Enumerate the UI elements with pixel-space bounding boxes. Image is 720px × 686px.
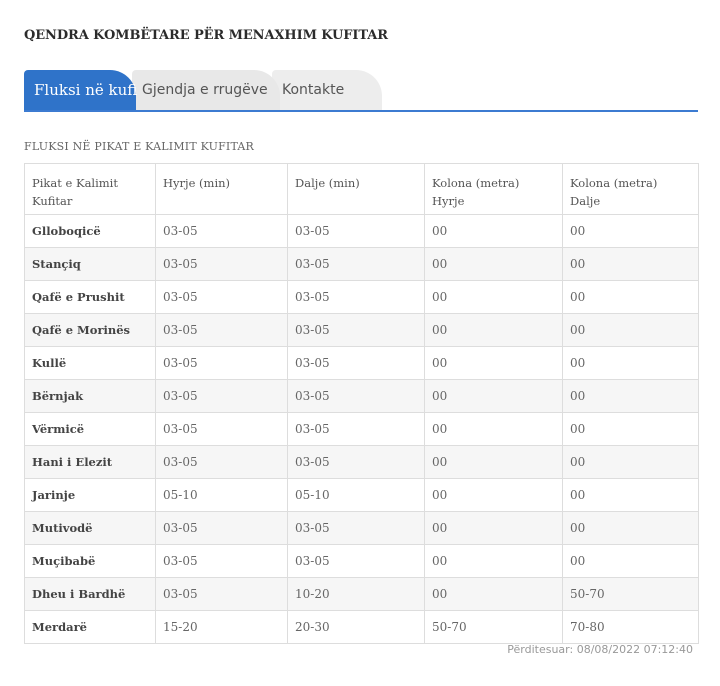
cell-entry-minutes: 03-05 xyxy=(155,577,288,611)
cell-entry-minutes: 03-05 xyxy=(155,511,288,545)
cell-exit-minutes: 03-05 xyxy=(287,247,425,281)
cell-exit-minutes: 03-05 xyxy=(287,412,425,446)
table-body: Glloboqicë 03-05 03-05 00 00 Stançiq 03-05 03-0… xyxy=(24,214,699,644)
cell-queue-exit: 00 xyxy=(562,346,699,380)
cell-queue-exit: 70-80 xyxy=(562,610,699,644)
cell-exit-minutes: 20-30 xyxy=(287,610,425,644)
cell-crossing-point: Bërnjak xyxy=(24,379,156,413)
cell-entry-minutes: 05-10 xyxy=(155,478,288,512)
cell-exit-minutes: 10-20 xyxy=(287,577,425,611)
cell-entry-minutes: 03-05 xyxy=(155,247,288,281)
header-crossing-point: Pikat e Kalimit Kufitar xyxy=(24,163,156,215)
table-row: Merdarë 15-20 20-30 50-70 70-80 xyxy=(24,610,699,644)
cell-exit-minutes: 03-05 xyxy=(287,346,425,380)
page: QENDRA KOMBËTARE PËR MENAXHIM KUFITAR Fl… xyxy=(0,0,720,686)
header-entry-minutes: Hyrje (min) xyxy=(155,163,288,215)
cell-crossing-point: Qafë e Morinës xyxy=(24,313,156,347)
cell-queue-exit: 50-70 xyxy=(562,577,699,611)
cell-queue-entry: 00 xyxy=(424,445,563,479)
table-row: Qafë e Morinës 03-05 03-05 00 00 xyxy=(24,313,699,347)
cell-entry-minutes: 03-05 xyxy=(155,280,288,314)
tab-bar: Fluksi në kufi Gjendja e rrugëve Kontakt… xyxy=(24,68,698,112)
site-title: QENDRA KOMBËTARE PËR MENAXHIM KUFITAR xyxy=(24,28,388,43)
tab-fluksi-ne-kufi[interactable]: Fluksi në kufi xyxy=(24,70,137,110)
cell-queue-exit: 00 xyxy=(562,247,699,281)
cell-queue-exit: 00 xyxy=(562,280,699,314)
cell-entry-minutes: 03-05 xyxy=(155,214,288,248)
cell-queue-entry: 00 xyxy=(424,280,563,314)
cell-entry-minutes: 03-05 xyxy=(155,379,288,413)
cell-exit-minutes: 03-05 xyxy=(287,214,425,248)
cell-queue-entry: 00 xyxy=(424,544,563,578)
cell-crossing-point: Dheu i Bardhë xyxy=(24,577,156,611)
tab-gjendja-e-rrugeve[interactable]: Gjendja e rrugëve xyxy=(132,70,280,110)
header-exit-minutes: Dalje (min) xyxy=(287,163,425,215)
cell-crossing-point: Jarinje xyxy=(24,478,156,512)
cell-queue-entry: 00 xyxy=(424,346,563,380)
cell-crossing-point: Vërmicë xyxy=(24,412,156,446)
cell-queue-entry: 00 xyxy=(424,247,563,281)
cell-queue-exit: 00 xyxy=(562,412,699,446)
table-row: Hani i Elezit 03-05 03-05 00 00 xyxy=(24,445,699,479)
cell-queue-exit: 00 xyxy=(562,511,699,545)
cell-exit-minutes: 03-05 xyxy=(287,313,425,347)
cell-queue-entry: 00 xyxy=(424,478,563,512)
section-title: FLUKSI NË PIKAT E KALIMIT KUFITAR xyxy=(24,140,255,153)
cell-queue-entry: 00 xyxy=(424,577,563,611)
cell-queue-entry: 00 xyxy=(424,412,563,446)
table-row: Jarinje 05-10 05-10 00 00 xyxy=(24,478,699,512)
cell-exit-minutes: 03-05 xyxy=(287,445,425,479)
cell-entry-minutes: 03-05 xyxy=(155,313,288,347)
cell-crossing-point: Glloboqicë xyxy=(24,214,156,248)
header-queue-exit: Kolona (metra) Dalje xyxy=(562,163,699,215)
last-updated: Përditesuar: 08/08/2022 07:12:40 xyxy=(507,643,693,656)
cell-queue-entry: 50-70 xyxy=(424,610,563,644)
table-row: Mutivodë 03-05 03-05 00 00 xyxy=(24,511,699,545)
cell-exit-minutes: 05-10 xyxy=(287,478,425,512)
cell-crossing-point: Qafë e Prushit xyxy=(24,280,156,314)
cell-crossing-point: Muçibabë xyxy=(24,544,156,578)
cell-crossing-point: Hani i Elezit xyxy=(24,445,156,479)
cell-entry-minutes: 03-05 xyxy=(155,544,288,578)
table-row: Qafë e Prushit 03-05 03-05 00 00 xyxy=(24,280,699,314)
table-header-row: Pikat e Kalimit Kufitar Hyrje (min) Dalje … xyxy=(24,163,699,215)
cell-queue-entry: 00 xyxy=(424,313,563,347)
header-queue-entry: Kolona (metra) Hyrje xyxy=(424,163,563,215)
cell-entry-minutes: 03-05 xyxy=(155,412,288,446)
cell-entry-minutes: 03-05 xyxy=(155,346,288,380)
cell-entry-minutes: 15-20 xyxy=(155,610,288,644)
border-flux-table: Pikat e Kalimit Kufitar Hyrje (min) Dalje … xyxy=(24,163,699,644)
cell-queue-exit: 00 xyxy=(562,544,699,578)
cell-queue-entry: 00 xyxy=(424,379,563,413)
table-row: Bërnjak 03-05 03-05 00 00 xyxy=(24,379,699,413)
cell-crossing-point: Kullë xyxy=(24,346,156,380)
cell-queue-exit: 00 xyxy=(562,313,699,347)
cell-crossing-point: Mutivodë xyxy=(24,511,156,545)
cell-exit-minutes: 03-05 xyxy=(287,280,425,314)
cell-crossing-point: Stançiq xyxy=(24,247,156,281)
cell-exit-minutes: 03-05 xyxy=(287,511,425,545)
cell-exit-minutes: 03-05 xyxy=(287,544,425,578)
table-row: Muçibabë 03-05 03-05 00 00 xyxy=(24,544,699,578)
tab-kontakte[interactable]: Kontakte xyxy=(272,70,382,110)
cell-queue-exit: 00 xyxy=(562,379,699,413)
table-row: Stançiq 03-05 03-05 00 00 xyxy=(24,247,699,281)
cell-queue-exit: 00 xyxy=(562,478,699,512)
table-row: Kullë 03-05 03-05 00 00 xyxy=(24,346,699,380)
cell-queue-entry: 00 xyxy=(424,511,563,545)
cell-exit-minutes: 03-05 xyxy=(287,379,425,413)
table-row: Glloboqicë 03-05 03-05 00 00 xyxy=(24,214,699,248)
cell-queue-exit: 00 xyxy=(562,445,699,479)
table-row: Dheu i Bardhë 03-05 10-20 00 50-70 xyxy=(24,577,699,611)
table-row: Vërmicë 03-05 03-05 00 00 xyxy=(24,412,699,446)
cell-entry-minutes: 03-05 xyxy=(155,445,288,479)
cell-queue-exit: 00 xyxy=(562,214,699,248)
cell-crossing-point: Merdarë xyxy=(24,610,156,644)
cell-queue-entry: 00 xyxy=(424,214,563,248)
